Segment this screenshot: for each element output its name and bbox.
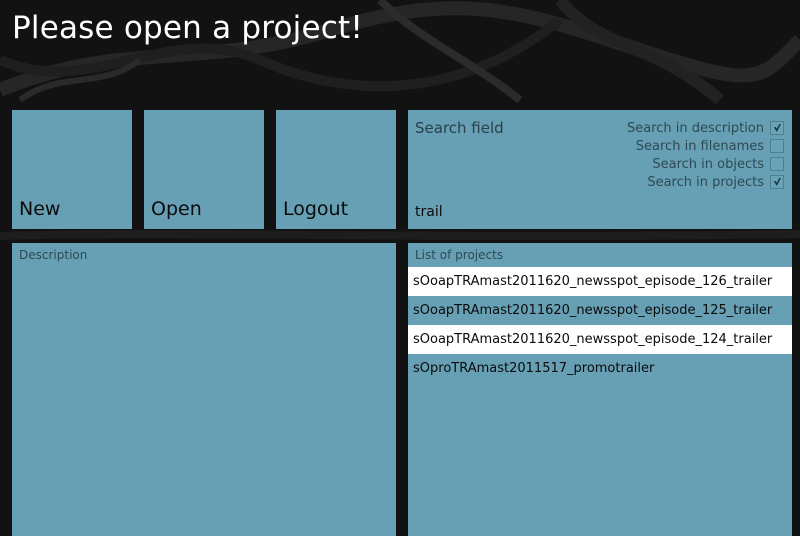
open-project-button[interactable]: Open [144, 110, 264, 229]
search-projects-checkbox[interactable] [770, 175, 784, 189]
search-option-objects[interactable]: Search in objects [627, 155, 784, 173]
search-option-label: Search in projects [647, 174, 764, 190]
search-objects-checkbox[interactable] [770, 157, 784, 171]
project-list: sOoapTRAmast2011620_newsspot_episode_126… [408, 267, 792, 383]
search-options: Search in description Search in filename… [627, 119, 784, 191]
description-title: Description [19, 248, 88, 262]
logout-button[interactable]: Logout [276, 110, 396, 229]
description-panel[interactable]: Description [12, 243, 396, 536]
search-description-checkbox[interactable] [770, 121, 784, 135]
new-project-button[interactable]: New [12, 110, 132, 229]
page-title: Please open a project! [12, 10, 363, 46]
search-field-title: Search field [415, 119, 504, 137]
project-list-item[interactable]: sOproTRAmast2011517_promotrailer [408, 354, 792, 383]
search-option-description[interactable]: Search in description [627, 119, 784, 137]
project-list-item[interactable]: sOoapTRAmast2011620_newsspot_episode_125… [408, 296, 792, 325]
search-filenames-checkbox[interactable] [770, 139, 784, 153]
search-option-label: Search in objects [652, 156, 764, 172]
search-option-projects[interactable]: Search in projects [627, 173, 784, 191]
search-input[interactable] [415, 202, 775, 222]
project-list-item[interactable]: sOoapTRAmast2011620_newsspot_episode_124… [408, 325, 792, 354]
logout-label: Logout [283, 198, 349, 220]
projects-list-title: List of projects [415, 248, 504, 262]
project-list-item[interactable]: sOoapTRAmast2011620_newsspot_episode_126… [408, 267, 792, 296]
new-project-label: New [19, 198, 61, 220]
search-option-label: Search in filenames [635, 138, 764, 154]
search-panel: Search field Search in description Searc… [408, 110, 792, 229]
open-project-label: Open [151, 198, 202, 220]
search-option-filenames[interactable]: Search in filenames [627, 137, 784, 155]
search-option-label: Search in description [626, 120, 764, 136]
projects-panel: List of projects sOoapTRAmast2011620_new… [408, 243, 792, 536]
